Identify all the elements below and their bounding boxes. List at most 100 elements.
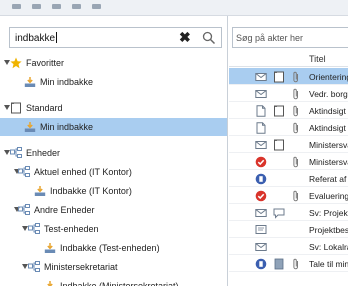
mail-icon xyxy=(255,88,267,99)
tree-item-label: Standard xyxy=(26,103,63,113)
book-icon xyxy=(273,258,284,270)
document-row[interactable]: Orientering xyxy=(229,68,348,85)
document-title: Ministersvar xyxy=(309,157,348,167)
toolbar-icon[interactable] xyxy=(72,4,81,9)
tree-item[interactable]: Min indbakke xyxy=(0,73,227,91)
folder-navigation-panel: indbakke ✖ Favoritter Min indbakke Standar… xyxy=(0,16,228,286)
blocked-icon xyxy=(255,258,267,270)
document-title: Tale til minister xyxy=(309,259,348,269)
tree-item-label: Aktuel enhed (IT Kontor) xyxy=(34,167,132,177)
attachment-icon xyxy=(290,190,301,202)
document-title: Sv: Lokalrådet xyxy=(309,242,348,252)
tree-item-label: Indbakke (Test-enheden) xyxy=(60,243,160,253)
blocked-icon xyxy=(255,173,267,185)
document-icon xyxy=(255,122,266,134)
document-row[interactable]: Referat af møde xyxy=(229,170,348,187)
document-title: Referat af møde xyxy=(309,174,348,184)
toolbar-icon[interactable] xyxy=(92,4,101,9)
tree-item[interactable]: Ministersekretariat xyxy=(0,258,227,276)
inbox-icon xyxy=(24,121,36,133)
tree-item-label: Indbakke (IT Kontor) xyxy=(50,186,132,196)
document-icon xyxy=(255,105,266,117)
document-row[interactable]: Ministersvar xyxy=(229,153,348,170)
document-search-input[interactable] xyxy=(233,28,345,47)
attachment-icon xyxy=(290,71,301,83)
toolbar-icon[interactable] xyxy=(52,4,61,9)
inbox-icon xyxy=(44,280,56,286)
attachment-icon xyxy=(290,88,301,100)
tree-item-label: Andre Enheder xyxy=(34,205,95,215)
document-title: Aktindsigt xyxy=(309,123,346,133)
alert-icon xyxy=(255,156,267,168)
org-unit-icon xyxy=(28,223,40,235)
tree-item-label: Indbakke (Ministersekretariat) xyxy=(60,281,179,286)
attachment-icon xyxy=(290,105,301,117)
folder-icon xyxy=(273,105,284,117)
document-search-box[interactable] xyxy=(232,27,348,48)
tree-item[interactable]: Andre Enheder xyxy=(0,201,227,219)
tree-item[interactable]: Favoritter xyxy=(0,54,227,72)
comment-icon xyxy=(273,207,285,219)
tree-item-label: Favoritter xyxy=(26,58,65,68)
search-icon[interactable] xyxy=(202,31,216,45)
org-unit-icon xyxy=(28,261,40,273)
inbox-icon xyxy=(34,185,46,197)
note-icon xyxy=(255,224,267,235)
document-title: Ministersvar xyxy=(309,140,348,150)
attachment-icon xyxy=(290,156,301,168)
tree-item[interactable]: Min indbakke xyxy=(0,118,227,136)
document-title: Aktindsigt xyxy=(309,106,346,116)
document-row[interactable]: Aktindsigt xyxy=(229,119,348,136)
folder-icon xyxy=(273,139,284,151)
tree-item-label: Test-enheden xyxy=(44,224,99,234)
document-title: Projektbeskrivelse xyxy=(309,225,348,235)
document-list-panel: Titel Orientering Vedr. borger Aktindsigt A… xyxy=(229,16,348,286)
inbox-icon xyxy=(24,76,36,88)
inbox-icon xyxy=(44,242,56,254)
top-toolbar xyxy=(0,0,348,16)
toolbar-icon[interactable] xyxy=(12,4,21,9)
document-title: Orientering xyxy=(309,72,348,82)
mail-icon xyxy=(255,241,267,252)
tree-item[interactable]: Indbakke (Test-enheden) xyxy=(0,239,227,257)
tree-item-label: Min indbakke xyxy=(40,122,94,132)
mail-icon xyxy=(255,71,267,82)
column-header-row: Titel xyxy=(229,50,348,67)
tree-item[interactable]: Indbakke (IT Kontor) xyxy=(0,182,227,200)
alert-icon xyxy=(255,190,267,202)
folder-search-input[interactable]: indbakke xyxy=(15,32,58,44)
org-unit-icon xyxy=(18,166,30,178)
toolbar-icon[interactable] xyxy=(32,4,41,9)
tree-item[interactable]: Standard xyxy=(0,99,227,117)
tree-item-label: Enheder xyxy=(26,148,61,158)
document-row[interactable]: Vedr. borger xyxy=(229,85,348,102)
column-header-title[interactable]: Titel xyxy=(309,54,326,64)
tree-item[interactable]: Enheder xyxy=(0,144,227,162)
attachment-icon xyxy=(290,258,301,270)
tree-item-label: Ministersekretariat xyxy=(44,262,118,272)
star-icon xyxy=(10,57,22,69)
folder-icon xyxy=(10,102,22,114)
document-title: Sv: Projekt xyxy=(309,208,348,218)
document-row[interactable]: Evaluering xyxy=(229,187,348,204)
attachment-icon xyxy=(290,122,301,134)
clear-icon[interactable]: ✖ xyxy=(179,30,191,44)
tree-item[interactable]: Aktuel enhed (IT Kontor) xyxy=(0,163,227,181)
document-row[interactable]: Tale til minister xyxy=(229,255,348,272)
folder-icon xyxy=(273,71,284,83)
org-unit-icon xyxy=(10,147,22,159)
mail-icon xyxy=(255,207,267,218)
tree-item-label: Min indbakke xyxy=(40,77,94,87)
mail-icon xyxy=(255,139,267,150)
document-title: Evaluering xyxy=(309,191,348,201)
tree-item[interactable]: Test-enheden xyxy=(0,220,227,238)
document-row[interactable]: Aktindsigt xyxy=(229,102,348,119)
document-title: Vedr. borger xyxy=(309,89,348,99)
document-row[interactable]: Projektbeskrivelse xyxy=(229,221,348,238)
tree-item[interactable]: Indbakke (Ministersekretariat) xyxy=(0,277,227,286)
text-caret xyxy=(56,32,58,43)
document-row[interactable]: Sv: Lokalrådet xyxy=(229,238,348,255)
document-row[interactable]: Sv: Projekt xyxy=(229,204,348,221)
folder-search-box[interactable]: indbakke ✖ xyxy=(9,27,222,48)
document-row[interactable]: Ministersvar xyxy=(229,136,348,153)
